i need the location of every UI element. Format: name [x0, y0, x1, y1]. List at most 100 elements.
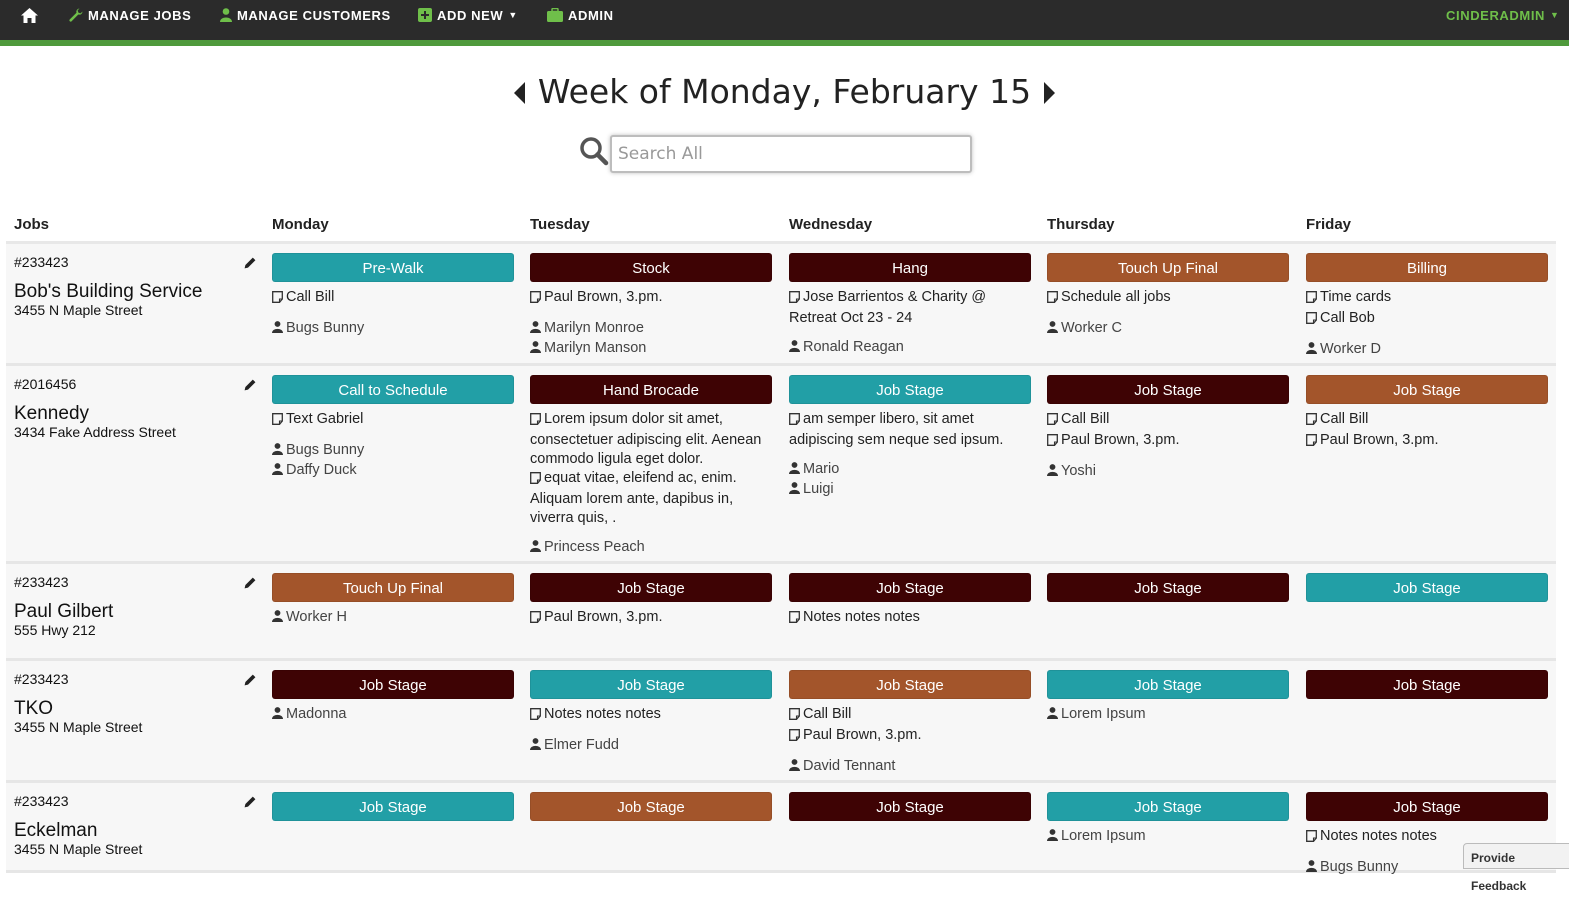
note-icon — [789, 412, 803, 431]
note-item[interactable]: Paul Brown, 3.pm. — [789, 726, 1031, 747]
job-row: #233423 Eckelman 3455 N Maple Street Job St… — [6, 783, 1556, 875]
job-customer-name[interactable]: Bob's Building Service — [14, 281, 202, 303]
note-icon — [1306, 412, 1320, 431]
note-item[interactable]: Call Bill — [1306, 410, 1548, 431]
job-number[interactable]: #233423 — [14, 254, 69, 270]
job-stage-button[interactable]: Job Stage — [530, 670, 772, 699]
pencil-icon[interactable] — [244, 574, 256, 593]
nav-admin[interactable]: ADMIN — [547, 0, 614, 30]
note-item[interactable]: am semper libero, sit amet adipiscing se… — [789, 410, 1031, 450]
note-item[interactable]: Notes notes notes — [789, 608, 1031, 629]
job-stage-button[interactable]: Call to Schedule — [272, 375, 514, 404]
user-menu[interactable]: CINDERADMIN ▼ — [1446, 0, 1560, 30]
notes-list: Jose Barrientos & Charity @ Retreat Oct … — [789, 288, 1031, 328]
prev-week-arrow-icon[interactable] — [513, 74, 527, 113]
person-name: Bugs Bunny — [1320, 859, 1399, 875]
day-cell: Hand Brocade Lorem ipsum dolor sit amet, … — [530, 375, 772, 558]
note-icon — [1306, 829, 1320, 848]
job-customer-name[interactable]: Kennedy — [14, 403, 89, 425]
note-item[interactable]: Call Bob — [1306, 309, 1548, 330]
provide-feedback-button[interactable]: Provide Feedback — [1463, 843, 1569, 893]
job-stage-button[interactable]: Billing — [1306, 253, 1548, 282]
job-stage-button[interactable]: Job Stage — [1306, 573, 1548, 602]
job-stage-button[interactable]: Job Stage — [1047, 792, 1289, 821]
note-text: Call Bill — [1061, 411, 1110, 427]
note-item[interactable]: Paul Brown, 3.pm. — [1306, 431, 1548, 452]
job-number[interactable]: #233423 — [14, 671, 69, 687]
week-title: Week of Monday, February 15 — [537, 72, 1032, 111]
note-item[interactable]: Jose Barrientos & Charity @ Retreat Oct … — [789, 288, 1031, 328]
assigned-people: Princess Peach — [530, 538, 772, 558]
day-cell: Touch Up Final Schedule all jobs Worker C — [1047, 253, 1289, 339]
note-item[interactable]: Time cards — [1306, 288, 1548, 309]
job-stage-button[interactable]: Job Stage — [789, 792, 1031, 821]
job-customer-name[interactable]: Paul Gilbert — [14, 601, 113, 623]
job-number[interactable]: #233423 — [14, 793, 69, 809]
note-item[interactable]: equat vitae, eleifend ac, enim. Aliquam … — [530, 469, 772, 528]
assigned-people: Yoshi — [1047, 462, 1289, 482]
pencil-icon[interactable] — [244, 671, 256, 690]
job-stage-button[interactable]: Job Stage — [530, 792, 772, 821]
home-link[interactable] — [21, 0, 38, 30]
note-item[interactable]: Text Gabriel — [272, 410, 514, 431]
day-cell: Hang Jose Barrientos & Charity @ Retreat … — [789, 253, 1031, 358]
note-item[interactable]: Paul Brown, 3.pm. — [530, 608, 772, 629]
job-stage-button[interactable]: Job Stage — [789, 375, 1031, 404]
job-stage-button[interactable]: Job Stage — [272, 792, 514, 821]
person-name: Luigi — [803, 481, 834, 497]
job-stage-button[interactable]: Job Stage — [1306, 670, 1548, 699]
note-item[interactable]: Call Bill — [1047, 410, 1289, 431]
job-row: #233423 TKO 3455 N Maple Street Job Stage Ma… — [6, 661, 1556, 783]
nav-manage-customers[interactable]: MANAGE CUSTOMERS — [220, 0, 391, 30]
pencil-icon[interactable] — [244, 254, 256, 273]
note-item[interactable]: Paul Brown, 3.pm. — [1047, 431, 1289, 452]
job-stage-button[interactable]: Job Stage — [1306, 792, 1548, 821]
job-stage-button[interactable]: Hand Brocade — [530, 375, 772, 404]
note-item[interactable]: Lorem ipsum dolor sit amet, consectetuer… — [530, 410, 772, 469]
job-customer-name[interactable]: Eckelman — [14, 820, 97, 842]
person-name: Worker D — [1320, 341, 1381, 357]
note-item[interactable]: Call Bill — [272, 288, 514, 309]
job-customer-name[interactable]: TKO — [14, 698, 53, 720]
person-name: Mario — [803, 461, 840, 477]
note-item[interactable]: Paul Brown, 3.pm. — [530, 288, 772, 309]
note-item[interactable]: Call Bill — [789, 705, 1031, 726]
job-stage-button[interactable]: Job Stage — [789, 573, 1031, 602]
job-stage-button[interactable]: Touch Up Final — [1047, 253, 1289, 282]
job-number[interactable]: #233423 — [14, 574, 69, 590]
assigned-person: Lorem Ipsum — [1047, 827, 1289, 847]
pencil-icon[interactable] — [244, 793, 256, 812]
job-stage-button[interactable]: Touch Up Final — [272, 573, 514, 602]
note-text: Lorem ipsum dolor sit amet, consectetuer… — [530, 411, 762, 467]
next-week-arrow-icon[interactable] — [1042, 74, 1056, 113]
person-name: Ronald Reagan — [803, 339, 904, 355]
job-stage-button[interactable]: Job Stage — [1047, 670, 1289, 699]
job-stage-button[interactable]: Job Stage — [530, 573, 772, 602]
search-input[interactable] — [610, 135, 972, 173]
job-stage-button[interactable]: Pre-Walk — [272, 253, 514, 282]
assigned-people: Elmer Fudd — [530, 736, 772, 756]
note-item[interactable]: Notes notes notes — [530, 705, 772, 726]
notes-list: Call Bill Paul Brown, 3.pm. — [789, 705, 1031, 747]
note-icon — [530, 412, 544, 431]
job-stage-button[interactable]: Job Stage — [1047, 573, 1289, 602]
assigned-person: David Tennant — [789, 757, 1031, 777]
nav-add-new[interactable]: ADD NEW ▼ — [418, 0, 518, 30]
job-stage-button[interactable]: Job Stage — [1306, 375, 1548, 404]
job-stage-button[interactable]: Job Stage — [1047, 375, 1289, 404]
pencil-icon[interactable] — [244, 376, 256, 395]
note-item[interactable]: Schedule all jobs — [1047, 288, 1289, 309]
note-text: Paul Brown, 3.pm. — [803, 727, 922, 743]
job-stage-button[interactable]: Job Stage — [272, 670, 514, 699]
note-text: Notes notes notes — [803, 609, 920, 625]
day-cell: Call to Schedule Text Gabriel Bugs Bunny Da… — [272, 375, 514, 481]
user-icon — [530, 340, 544, 359]
job-stage-button[interactable]: Stock — [530, 253, 772, 282]
note-icon — [530, 290, 544, 309]
nav-manage-jobs[interactable]: MANAGE JOBS — [69, 0, 191, 30]
person-name: Bugs Bunny — [286, 442, 365, 458]
job-stage-button[interactable]: Job Stage — [789, 670, 1031, 699]
job-number[interactable]: #2016456 — [14, 376, 76, 392]
job-stage-button[interactable]: Hang — [789, 253, 1031, 282]
assigned-person: Bugs Bunny — [272, 441, 514, 461]
